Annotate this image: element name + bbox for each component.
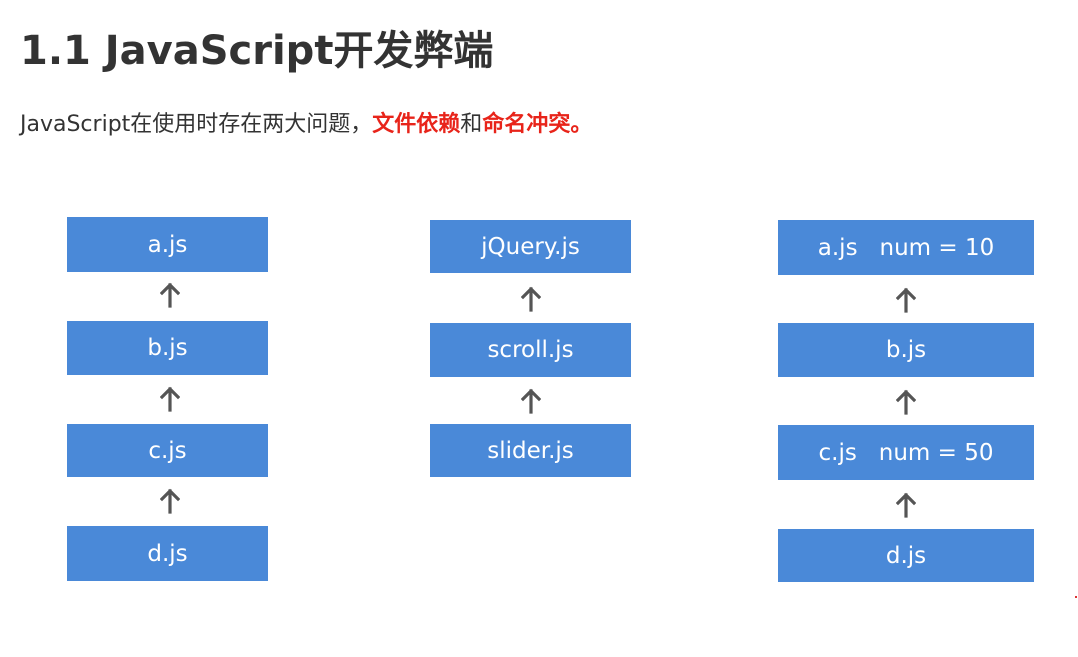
box-d-js-conflict: d.js bbox=[778, 529, 1034, 582]
highlight-naming-conflict: 命名冲突。 bbox=[482, 112, 593, 137]
arrow-up-icon bbox=[160, 282, 180, 308]
intro-text: JavaScript在使用时存在两大问题，文件依赖和命名冲突。 bbox=[20, 106, 592, 138]
box-scroll-js: scroll.js bbox=[430, 323, 631, 377]
box-slider-js: slider.js bbox=[430, 424, 631, 477]
box-b-js-conflict: b.js bbox=[778, 323, 1034, 377]
arrow-up-icon bbox=[160, 488, 180, 514]
intro-middle: 和 bbox=[460, 112, 483, 137]
box-jquery-js: jQuery.js bbox=[430, 220, 631, 273]
box-d-js: d.js bbox=[67, 526, 268, 581]
arrow-up-icon bbox=[160, 386, 180, 412]
intro-prefix: JavaScript在使用时存在两大问题， bbox=[20, 112, 373, 137]
box-a-js: a.js bbox=[67, 217, 268, 272]
box-c-js-num: c.js num = 50 bbox=[778, 425, 1034, 480]
decorative-dot bbox=[1075, 596, 1077, 598]
arrow-up-icon bbox=[896, 389, 916, 415]
box-c-js: c.js bbox=[67, 424, 268, 477]
highlight-file-dependency: 文件依赖 bbox=[372, 112, 461, 137]
page-title: 1.1 JavaScript开发弊端 bbox=[20, 28, 494, 74]
box-b-js: b.js bbox=[67, 321, 268, 375]
box-a-js-num: a.js num = 10 bbox=[778, 220, 1034, 275]
arrow-up-icon bbox=[521, 388, 541, 414]
arrow-up-icon bbox=[521, 286, 541, 312]
arrow-up-icon bbox=[896, 287, 916, 313]
arrow-up-icon bbox=[896, 492, 916, 518]
